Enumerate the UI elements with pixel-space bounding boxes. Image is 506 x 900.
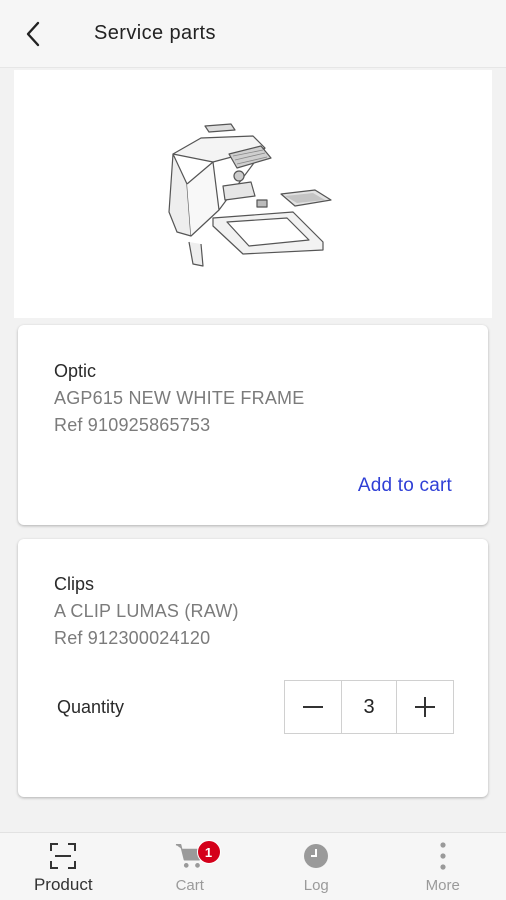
quantity-stepper: 3	[284, 680, 454, 734]
luminaire-exploded-drawing	[168, 123, 332, 267]
decrement-button[interactable]	[285, 681, 341, 733]
quantity-label: Quantity	[57, 697, 125, 717]
clock-icon	[301, 841, 331, 871]
back-button[interactable]	[14, 14, 54, 54]
nav-label: Product	[33, 875, 93, 894]
part-name: AGP615 NEW WHITE FRAME	[54, 388, 305, 408]
more-vertical-icon	[428, 841, 458, 871]
part-name: A CLIP LUMAS (RAW)	[54, 601, 239, 621]
top-app-bar: Service parts	[0, 0, 506, 68]
page-title: Service parts	[94, 22, 216, 44]
nav-item-product[interactable]: Product	[0, 833, 127, 900]
nav-label: More	[425, 877, 460, 894]
nav-item-more[interactable]: More	[380, 833, 506, 900]
app-root: Service parts Optic AGP615 NEW WHITE FRA…	[0, 0, 506, 900]
add-to-cart-button[interactable]: Add to cart	[358, 475, 452, 497]
quantity-value[interactable]: 3	[341, 681, 397, 733]
increment-button[interactable]	[397, 681, 453, 733]
back-arrow-icon	[26, 21, 40, 46]
plus-icon	[415, 697, 435, 717]
part-reference: Ref 910925865753	[54, 415, 211, 435]
nav-item-log[interactable]: Log	[253, 833, 380, 900]
cart-count-badge: 1	[196, 840, 221, 864]
nav-label: Log	[303, 877, 329, 894]
product-illustration	[14, 70, 492, 318]
part-category: Clips	[54, 574, 95, 594]
nav-item-cart[interactable]: 1 Cart	[127, 833, 254, 900]
scan-icon	[48, 841, 78, 871]
minus-icon	[303, 706, 323, 708]
part-card-clips: Clips A CLIP LUMAS (RAW) Ref 91230002412…	[18, 539, 488, 797]
bottom-navigation: Product 1 Cart Log More	[0, 832, 506, 900]
nav-label: Cart	[175, 877, 204, 894]
part-reference: Ref 912300024120	[54, 628, 211, 648]
part-category: Optic	[54, 361, 97, 381]
part-card-optic: Optic AGP615 NEW WHITE FRAME Ref 9109258…	[18, 325, 488, 525]
